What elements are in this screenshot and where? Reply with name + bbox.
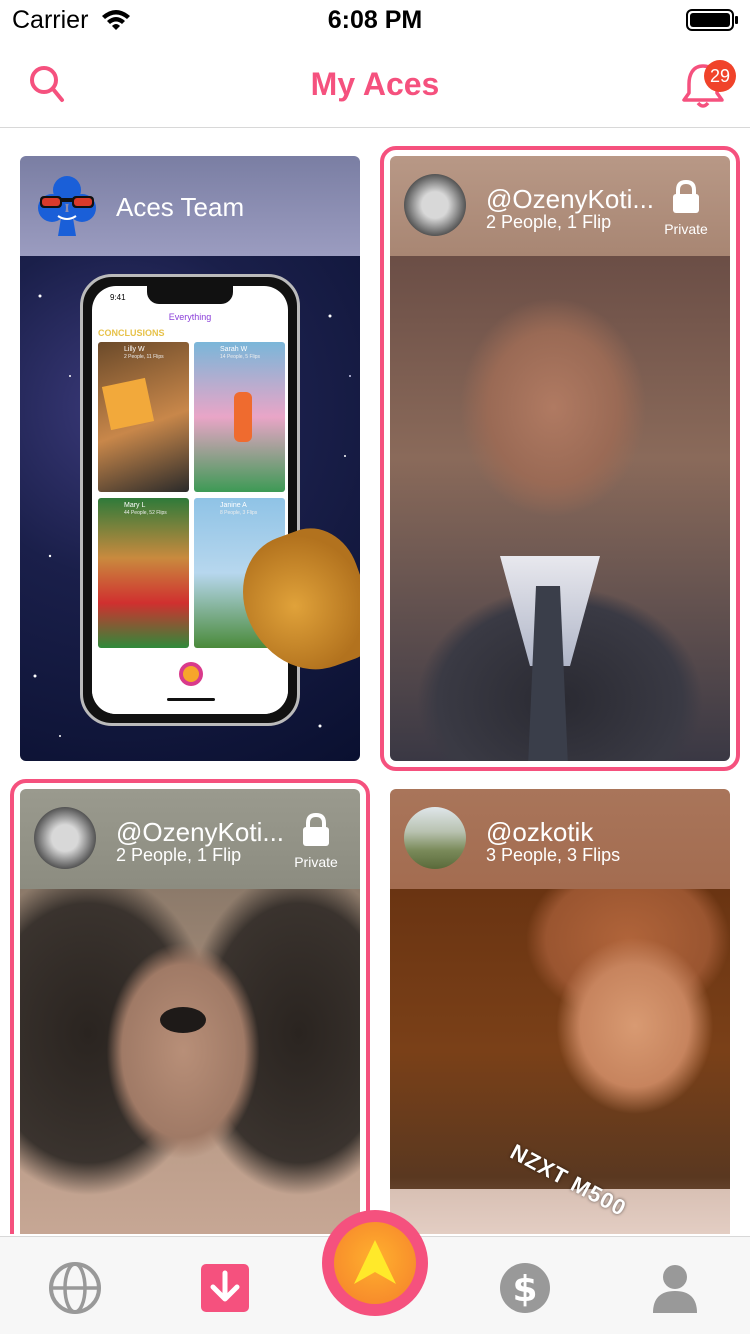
- page-title: My Aces: [310, 66, 440, 102]
- svg-text:$: $: [512, 1269, 537, 1310]
- avatar: [404, 807, 466, 869]
- status-bar: Carrier 6:08 PM: [0, 0, 750, 40]
- tile-name: Lilly W: [124, 346, 145, 353]
- notification-badge: 29: [704, 60, 736, 92]
- tile-meta: 14 People, 5 Flips: [220, 354, 261, 360]
- phone-header: Everything: [168, 312, 212, 322]
- create-ace-button[interactable]: [322, 1210, 428, 1316]
- aces-logo-icon: [34, 172, 100, 238]
- globe-icon: [49, 1262, 101, 1314]
- preview-tile: Sarah W 14 People, 5 Flips: [194, 342, 285, 492]
- ace-card-aces-team[interactable]: Aces Team 9:41 Everything CONCLUSIONS Li…: [20, 156, 360, 761]
- card-header: @OzenyKoti... 2 People, 1 Flip Private: [20, 789, 360, 889]
- tile-name: Janine A: [220, 502, 247, 509]
- lock-icon: [303, 812, 329, 846]
- card-preview-face: [20, 889, 360, 1234]
- tile-meta: 44 People, 52 Flips: [124, 510, 167, 516]
- tile-name: Mary L: [124, 502, 146, 509]
- ace-card-ozenykotik-1[interactable]: @OzenyKoti... 2 People, 1 Flip Private: [380, 146, 740, 771]
- lock-icon: [673, 179, 699, 213]
- tile-name: Sarah W: [220, 346, 248, 353]
- card-subtitle: 2 People, 1 Flip: [116, 845, 242, 865]
- preview-tile: Lilly W 2 People, 11 Flips: [98, 342, 189, 492]
- phone-mockup: 9:41 Everything CONCLUSIONS Lilly W 2 Pe…: [80, 274, 300, 726]
- card-title: @OzenyKoti...: [116, 817, 285, 847]
- phone-banner: CONCLUSIONS: [98, 328, 165, 338]
- card-preview-galaxy: 9:41 Everything CONCLUSIONS Lilly W 2 Pe…: [20, 256, 360, 761]
- fab-inner: [334, 1222, 416, 1304]
- private-indicator: Private: [656, 179, 716, 237]
- card-subtitle: 2 People, 1 Flip: [486, 212, 612, 232]
- avatar: [404, 174, 466, 236]
- card-header: @ozkotik 3 People, 3 Flips: [390, 789, 730, 889]
- avatar: [34, 807, 96, 869]
- clock: 6:08 PM: [327, 6, 423, 34]
- phone-tab-bar: [92, 654, 288, 714]
- tile-meta: 8 People, 3 Flips: [220, 510, 258, 516]
- card-header: Aces Team: [20, 156, 360, 256]
- private-indicator: Private: [286, 812, 346, 870]
- ace-card-ozenykotik-2[interactable]: @OzenyKoti... 2 People, 1 Flip Private: [10, 779, 370, 1234]
- private-label: Private: [664, 221, 708, 237]
- tab-wallet[interactable]: $: [498, 1261, 552, 1315]
- battery-icon: [686, 8, 740, 37]
- card-header: @OzenyKoti... 2 People, 1 Flip Private: [390, 156, 730, 256]
- card-subtitle: 3 People, 3 Flips: [486, 845, 621, 865]
- card-preview-child: NZXT M500: [390, 889, 730, 1234]
- dollar-icon: $: [500, 1263, 550, 1313]
- private-label: Private: [294, 854, 338, 870]
- tab-profile[interactable]: [648, 1261, 702, 1315]
- profile-icon: [653, 1265, 697, 1313]
- aces-arrow-icon: [354, 1240, 396, 1284]
- card-title: @ozkotik: [486, 817, 594, 847]
- aces-grid: Aces Team 9:41 Everything CONCLUSIONS Li…: [0, 129, 750, 1234]
- tab-my-aces[interactable]: [198, 1261, 252, 1315]
- download-icon: [201, 1264, 249, 1312]
- tab-explore[interactable]: [48, 1261, 102, 1315]
- phone-time: 9:41: [110, 293, 126, 302]
- card-preview-portrait: [390, 256, 730, 761]
- ace-card-ozkotik[interactable]: @ozkotik 3 People, 3 Flips NZXT M500: [390, 789, 730, 1234]
- card-title: Aces Team: [116, 192, 245, 222]
- nav-bar: My Aces 29: [0, 40, 750, 128]
- tile-meta: 2 People, 11 Flips: [124, 354, 164, 360]
- preview-tile: Mary L 44 People, 52 Flips: [98, 498, 189, 648]
- card-title: @OzenyKoti...: [486, 184, 655, 214]
